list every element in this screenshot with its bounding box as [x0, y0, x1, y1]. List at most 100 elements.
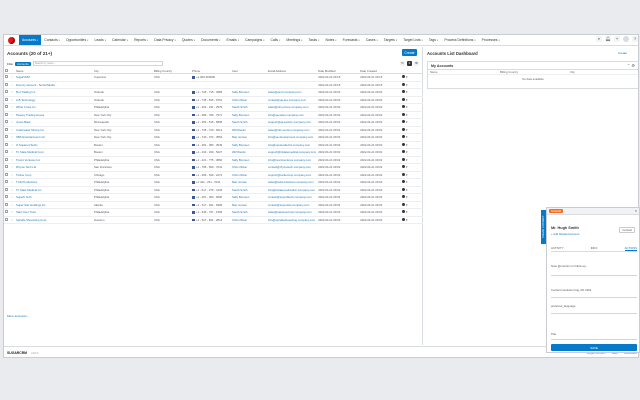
- dashlet-settings-icon[interactable]: ⚙: [631, 63, 635, 68]
- note-field[interactable]: Note @mention or follow-up...: [551, 264, 588, 268]
- cell-user[interactable]: Will Westin: [231, 148, 267, 157]
- nav-tab-opportunities[interactable]: Opportunities ▾: [63, 35, 91, 45]
- subject-input[interactable]: [551, 292, 637, 298]
- table-row[interactable]: ☆ White Cross Co Philadelphia USA +1 - 302 -…: [4, 103, 423, 112]
- cell-user[interactable]: Max Jensen: [231, 133, 267, 142]
- cell-email[interactable]: info@tresntventures.company.com: [267, 156, 318, 165]
- row-actions[interactable]: ▾: [401, 201, 423, 210]
- cell-email[interactable]: info@tristatemedicalinc.company.com: [267, 186, 318, 195]
- contact-name[interactable]: Mr. Hugh Smith: [551, 226, 579, 230]
- row-actions[interactable]: ▾: [401, 141, 423, 150]
- cell-email[interactable]: contact@rhymetech.company.com: [267, 163, 318, 172]
- chevron-down-icon[interactable]: ▾: [406, 173, 407, 177]
- filter-chip[interactable]: Accounts: [15, 61, 31, 66]
- phone-text[interactable]: +1 - 740 - 372 - 3554: [196, 135, 222, 139]
- row-actions[interactable]: ▾: [401, 118, 423, 127]
- cell-email[interactable]: contact@superbtech.company.com: [267, 193, 318, 202]
- chevron-down-icon[interactable]: ▾: [406, 203, 407, 207]
- phone-text[interactable]: +1 - 433 - 330 - 5227: [196, 150, 222, 154]
- nav-tab-leads[interactable]: Leads ▾: [91, 35, 109, 45]
- cell-user[interactable]: Sally Bronsen: [231, 193, 267, 202]
- cell-email[interactable]: info@qa.development.company.com: [267, 133, 318, 142]
- nav-tab-quotes[interactable]: Quotes ▾: [179, 35, 198, 45]
- chevron-down-icon[interactable]: ▾: [406, 113, 407, 117]
- cell-name[interactable]: Peavey Trading House: [15, 111, 93, 120]
- table-row[interactable]: ☆ Tri State Medical Inc Philadelphia USA +1 …: [4, 186, 423, 195]
- cell-user[interactable]: Sally Bronsen: [231, 141, 267, 150]
- filter-label[interactable]: Filter: [7, 62, 13, 66]
- nav-tab-data-privacy[interactable]: Data Privacy ▾: [151, 35, 179, 45]
- chevron-down-icon[interactable]: ▾: [437, 39, 438, 42]
- chevron-down-icon[interactable]: ▾: [406, 75, 407, 79]
- cell-user[interactable]: Max Jensen: [231, 201, 267, 210]
- preview-icon[interactable]: [402, 172, 406, 176]
- cell-user[interactable]: Sarah Smith: [231, 118, 267, 127]
- table-row[interactable]: ☆ Dummy account - Social Media 2022-04-21 …: [4, 81, 423, 90]
- chevron-down-icon[interactable]: ▾: [105, 39, 106, 42]
- sugar-logo-icon[interactable]: [4, 35, 19, 45]
- cell-name[interactable]: SugarCRM: [15, 73, 93, 82]
- row-actions[interactable]: ▾: [401, 156, 423, 165]
- chevron-down-icon[interactable]: ▾: [406, 188, 407, 192]
- plus-icon[interactable]: +: [614, 36, 620, 42]
- preview-icon[interactable]: [402, 82, 406, 86]
- preview-icon[interactable]: [402, 165, 406, 169]
- cell-email[interactable]: sales@tcdproductions.company.com: [267, 178, 318, 187]
- chevron-down-icon[interactable]: ▾: [406, 210, 407, 214]
- dashboard-create-button[interactable]: Create: [618, 51, 627, 55]
- nav-tab-accounts[interactable]: Accounts ▾: [19, 35, 42, 45]
- preview-icon[interactable]: [402, 97, 406, 101]
- row-actions[interactable]: ▾: [401, 216, 423, 225]
- nav-tab-process-definitions[interactable]: Process Definitions ▾: [441, 35, 478, 45]
- chevron-down-icon[interactable]: ▾: [499, 39, 500, 42]
- collapse-icon[interactable]: ⌃: [627, 63, 630, 68]
- nav-tab-targets[interactable]: Targets ▾: [381, 35, 400, 45]
- nav-tab-processes[interactable]: Processes ▾: [479, 35, 503, 45]
- cell-email[interactable]: [267, 81, 318, 90]
- cell-email[interactable]: support@qa.section.company.com: [267, 118, 318, 127]
- phone-text[interactable]: +1 - 481 - 383 - 3549: [196, 143, 222, 147]
- chevron-down-icon[interactable]: ▾: [376, 39, 377, 42]
- panel-tab-actions[interactable]: ACTIONS: [624, 246, 637, 251]
- chevron-down-icon[interactable]: ▾: [279, 39, 280, 42]
- nav-tab-target-lists[interactable]: Target Lists ▾: [400, 35, 426, 45]
- search-input[interactable]: Search by name...: [32, 61, 163, 66]
- cell-email[interactable]: sales@info.section.company.com: [267, 126, 318, 135]
- cell-name[interactable]: Superb Tech: [15, 193, 93, 202]
- dashlet-column-header[interactable]: City: [568, 70, 638, 74]
- row-actions[interactable]: ▾: [401, 193, 423, 202]
- cell-email[interactable]: [267, 73, 318, 82]
- preview-icon[interactable]: [402, 187, 406, 191]
- search-icon[interactable]: ⌕: [596, 36, 602, 42]
- table-row[interactable]: ☆ B.H Trading Inc Orlando USA +1 - 726 - 715…: [4, 88, 423, 97]
- table-row[interactable]: ☆ Jones Bank Minneapolis USA +1 - 352 - 515 …: [4, 118, 423, 127]
- cell-email[interactable]: support@tuckercorp.company.com: [267, 171, 318, 180]
- nav-tab-reports[interactable]: Reports ▾: [131, 35, 151, 45]
- cell-user[interactable]: Sally Bronsen: [231, 156, 267, 165]
- chevron-down-icon[interactable]: ▾: [422, 39, 423, 42]
- table-row[interactable]: ☆ O Squared Techs Boston USA +1 - 481 - 383 …: [4, 141, 423, 150]
- preview-icon[interactable]: [402, 150, 406, 154]
- nav-tab-forecasts[interactable]: Forecasts ▾: [340, 35, 363, 45]
- cell-user[interactable]: Sarah Smith: [231, 208, 267, 217]
- chevron-down-icon[interactable]: ▾: [406, 98, 407, 102]
- phone-text[interactable]: +1 - 795 - 650 - 7041: [196, 165, 222, 169]
- table-row[interactable]: ☆ SBS Entertainment Ltd New York City USA +1…: [4, 133, 423, 142]
- cell-user[interactable]: Will Westin: [231, 126, 267, 135]
- table-row[interactable]: ☆ Start Over Trust Philadelphia USA +1 - 345…: [4, 208, 423, 217]
- cell-email[interactable]: sales@info.phone.company.com: [267, 103, 318, 112]
- chevron-down-icon[interactable]: ▾: [359, 39, 360, 42]
- chevron-down-icon[interactable]: ▾: [194, 39, 195, 42]
- table-row[interactable]: ☆ Super Star Holdings Inc Atlanta USA +1 - 3…: [4, 201, 423, 210]
- row-actions[interactable]: ▾: [401, 178, 423, 187]
- phone-text[interactable]: +1 - 352 - 515 - 5895: [196, 120, 222, 124]
- table-row[interactable]: ☆ Superb Tech Philadelphia USA +1 - 297 - 30…: [4, 193, 423, 202]
- phone-text[interactable]: +1 - 421 - 775 - 3860: [196, 158, 222, 162]
- chevron-down-icon[interactable]: ▾: [335, 39, 336, 42]
- preview-icon[interactable]: [402, 202, 406, 206]
- preview-icon[interactable]: [402, 217, 406, 221]
- dashlet-column-header[interactable]: Name: [428, 70, 498, 74]
- cell-name[interactable]: Dummy account - Social Media: [15, 81, 93, 90]
- preview-icon[interactable]: [402, 195, 406, 199]
- chevron-down-icon[interactable]: ▾: [59, 39, 60, 42]
